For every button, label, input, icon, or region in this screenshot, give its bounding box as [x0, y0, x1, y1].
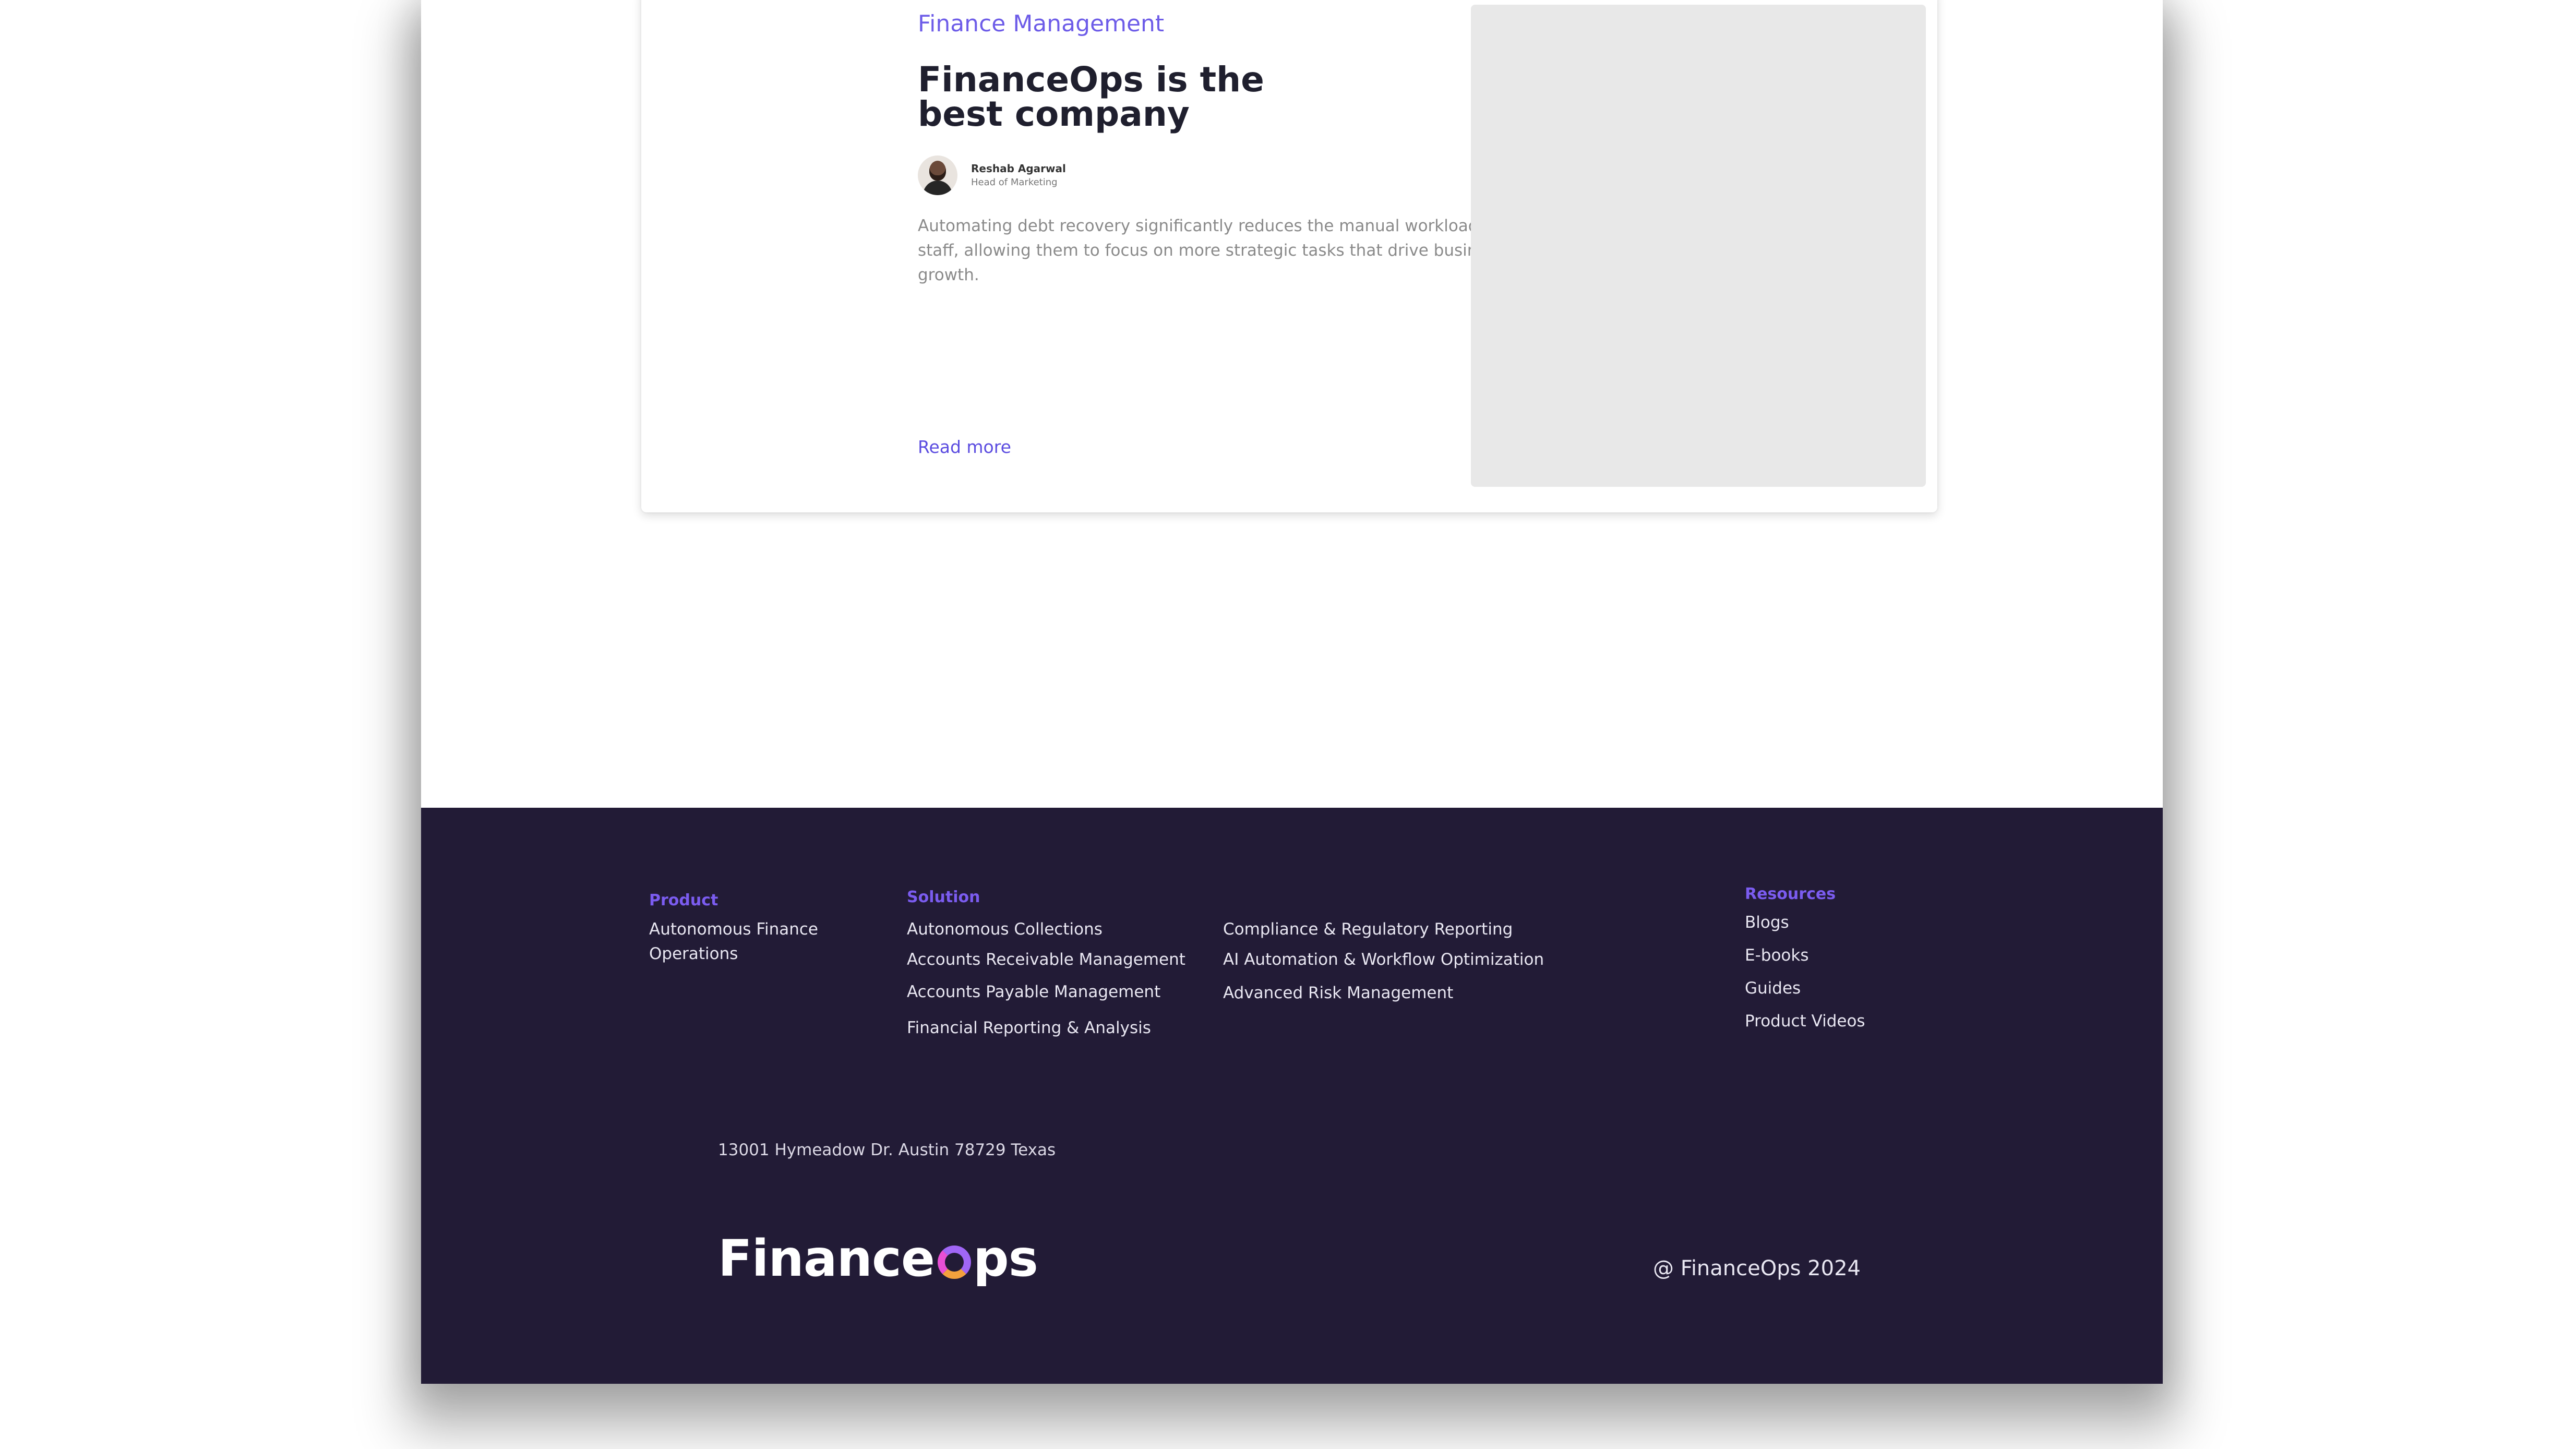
footer-link-accounts-payable[interactable]: Accounts Payable Management [907, 980, 1160, 1004]
footer-link-autonomous-collections[interactable]: Autonomous Collections [907, 917, 1103, 942]
article-card[interactable]: Finance Management FinanceOps is the bes… [641, 0, 1937, 512]
author-text: Reshab Agarwal Head of Marketing [971, 161, 1066, 189]
page-frame: Finance Management FinanceOps is the bes… [421, 0, 2163, 1384]
footer-link-blogs[interactable]: Blogs [1745, 911, 1789, 935]
logo-text-ps: ps [973, 1229, 1038, 1288]
footer-link-financial-reporting[interactable]: Financial Reporting & Analysis [907, 1016, 1151, 1040]
footer-address: 13001 Hymeadow Dr. Austin 78729 Texas [718, 1141, 1056, 1159]
footer-link-operations[interactable]: Operations [649, 942, 738, 966]
logo-ring-icon [937, 1246, 971, 1279]
footer-link-compliance[interactable]: Compliance & Regulatory Reporting [1223, 917, 1513, 942]
avatar [918, 155, 957, 195]
logo-text-finance: Finance [718, 1229, 935, 1288]
footer-copyright: @ FinanceOps 2024 [1653, 1256, 1861, 1280]
article-excerpt: Automating debt recovery significantly r… [918, 217, 1545, 284]
author-role: Head of Marketing [971, 177, 1058, 188]
financeops-logo[interactable]: Finance ps [718, 1229, 1038, 1288]
footer-solution-title: Solution [907, 888, 980, 906]
article-title[interactable]: FinanceOps is the best company [918, 63, 1293, 131]
article-image-placeholder [1471, 5, 1926, 487]
footer-link-ai-automation[interactable]: AI Automation & Workflow Optimization [1223, 948, 1544, 972]
footer-link-advanced-risk[interactable]: Advanced Risk Management [1223, 981, 1453, 1005]
author-name: Reshab Agarwal [971, 162, 1066, 175]
read-more-link[interactable]: Read more [918, 437, 1011, 457]
footer: Product Autonomous Finance Operations So… [421, 808, 2163, 1384]
author-block: Reshab Agarwal Head of Marketing [918, 155, 1066, 195]
footer-link-autonomous-finance[interactable]: Autonomous Finance [649, 917, 818, 942]
footer-resources-title: Resources [1745, 885, 1836, 903]
article-category[interactable]: Finance Management [918, 10, 1164, 37]
footer-link-ebooks[interactable]: E-books [1745, 943, 1809, 968]
footer-product-title: Product [649, 891, 718, 909]
article-title-line-1: FinanceOps is the [918, 59, 1264, 100]
footer-link-accounts-receivable[interactable]: Accounts Receivable Management [907, 948, 1185, 972]
footer-link-product-videos[interactable]: Product Videos [1745, 1009, 1865, 1034]
footer-link-guides[interactable]: Guides [1745, 976, 1801, 1001]
article-title-line-2: best company [918, 94, 1190, 134]
